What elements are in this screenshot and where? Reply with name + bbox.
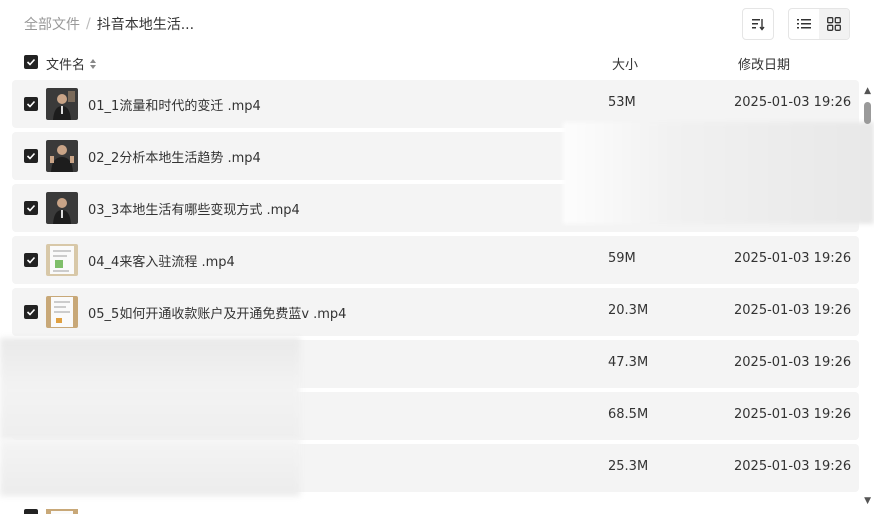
table-row[interactable]: 05_5如何开通收款账户及开通免费蓝v .mp4 20.3M 2025-01-0…	[12, 288, 859, 336]
scroll-up-icon[interactable]: ▲	[864, 86, 871, 96]
size-column-header[interactable]: 大小	[612, 54, 638, 73]
file-size: 68.5M	[608, 407, 649, 422]
video-thumbnail	[46, 88, 78, 120]
file-date: 2025-01-03 19:26	[734, 303, 852, 318]
table-header: 文件名 大小 修改日期	[24, 54, 850, 74]
video-thumbnail	[46, 140, 78, 172]
check-icon	[26, 308, 36, 316]
row-checkbox[interactable]	[24, 97, 38, 111]
file-name[interactable]: 01_1流量和时代的变迁 .mp4	[88, 95, 261, 114]
redaction-blur	[0, 338, 300, 440]
file-name[interactable]: 05_5如何开通收款账户及开通免费蓝v .mp4	[88, 303, 346, 322]
file-name[interactable]: 02_2分析本地生活趋势 .mp4	[88, 147, 261, 166]
breadcrumb-separator: /	[86, 16, 91, 32]
video-thumbnail	[46, 244, 78, 276]
row-checkbox[interactable]	[24, 253, 38, 267]
file-date: 2025-01-03 19:26	[734, 95, 852, 110]
file-size: 20.3M	[608, 303, 649, 318]
scroll-down-icon[interactable]: ▼	[864, 496, 871, 506]
redaction-blur	[563, 122, 874, 224]
table-row[interactable]: 04_4来客入驻流程 .mp4 59M 2025-01-03 19:26	[12, 236, 859, 284]
file-size: 53M	[608, 95, 636, 110]
breadcrumb-root-link[interactable]: 全部文件	[24, 14, 80, 34]
toolbar	[742, 8, 850, 40]
file-name[interactable]: 04_4来客入驻流程 .mp4	[88, 251, 235, 270]
file-date: 2025-01-03 19:26	[734, 251, 852, 266]
name-column-header[interactable]: 文件名	[46, 54, 97, 73]
file-size: 47.3M	[608, 355, 649, 370]
redaction-blur	[0, 440, 300, 496]
row-checkbox[interactable]	[24, 305, 38, 319]
sort-icon	[752, 19, 765, 31]
check-icon	[26, 152, 36, 160]
check-icon	[26, 58, 36, 66]
grid-view-button[interactable]	[819, 9, 849, 39]
select-all-checkbox[interactable]	[24, 55, 38, 69]
check-icon	[26, 100, 36, 108]
file-date: 2025-01-03 19:26	[734, 407, 852, 422]
file-name[interactable]: 03_3本地生活有哪些变现方式 .mp4	[88, 199, 300, 218]
video-thumbnail	[46, 504, 78, 514]
video-thumbnail	[46, 296, 78, 328]
sort-button[interactable]	[742, 8, 774, 40]
row-checkbox[interactable]	[24, 509, 38, 514]
file-size: 59M	[608, 251, 636, 266]
view-toggle	[788, 8, 850, 40]
check-icon	[26, 256, 36, 264]
breadcrumb-current: 抖音本地生活...	[96, 17, 195, 33]
name-column-label: 文件名	[46, 58, 86, 73]
check-icon	[26, 204, 36, 212]
list-view-button[interactable]	[789, 9, 819, 39]
sort-toggle-icon	[90, 58, 97, 69]
video-thumbnail	[46, 192, 78, 224]
grid-icon	[827, 17, 841, 31]
scrollbar-thumb[interactable]	[864, 102, 871, 124]
date-column-header[interactable]: 修改日期	[738, 54, 790, 73]
file-size: 25.3M	[608, 459, 649, 474]
row-checkbox[interactable]	[24, 149, 38, 163]
list-icon	[797, 19, 811, 29]
file-date: 2025-01-03 19:26	[734, 459, 852, 474]
breadcrumb: 全部文件 / 抖音本地生活...	[24, 14, 194, 34]
row-checkbox[interactable]	[24, 201, 38, 215]
file-date: 2025-01-03 19:26	[734, 355, 852, 370]
table-row[interactable]: 01_1流量和时代的变迁 .mp4 53M 2025-01-03 19:26	[12, 80, 859, 128]
